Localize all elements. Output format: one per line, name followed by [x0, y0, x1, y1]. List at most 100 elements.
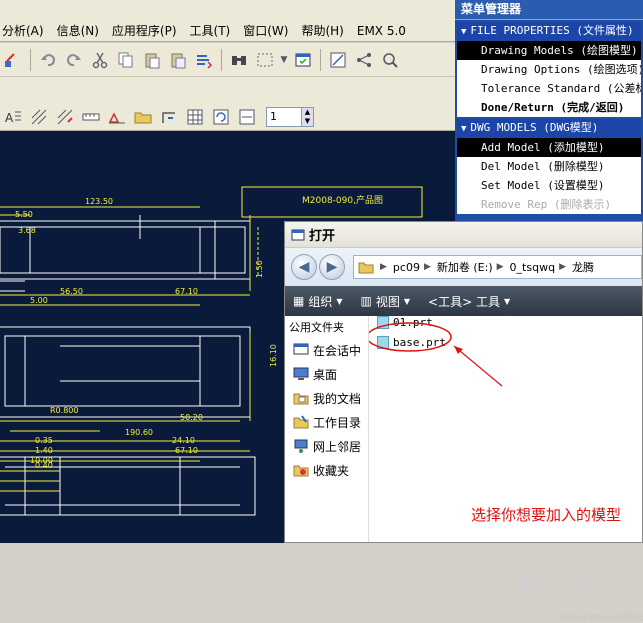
- toolbar-separator: [221, 48, 222, 71]
- left-pane-my-documents[interactable]: 我的文档: [285, 386, 368, 410]
- left-pane-favorites[interactable]: 收藏夹: [285, 458, 368, 482]
- folder-icon: [358, 262, 374, 273]
- paste-special-icon[interactable]: [166, 48, 190, 72]
- menu-analysis[interactable]: 分析(A): [2, 22, 44, 39]
- menu-applications[interactable]: 应用程序(P): [112, 22, 177, 39]
- surface-finish-icon[interactable]: [105, 105, 129, 129]
- sheet-number-value: 1: [270, 110, 277, 123]
- back-button[interactable]: ◀: [291, 254, 317, 280]
- chevron-down-icon: ▼: [503, 296, 511, 306]
- dim-label: 123.50: [85, 197, 113, 206]
- select-box-icon[interactable]: [253, 48, 277, 72]
- breadcrumb-segment[interactable]: 龙腾: [572, 259, 594, 275]
- tools-button[interactable]: <工具> 工具 ▼: [428, 293, 510, 310]
- redo-icon[interactable]: [62, 48, 86, 72]
- network-icon[interactable]: [352, 48, 376, 72]
- arrow-left-icon: ◀: [298, 259, 310, 275]
- find-icon[interactable]: [227, 48, 251, 72]
- update-table-icon[interactable]: [209, 105, 233, 129]
- toolbar-separator: [320, 48, 321, 71]
- menu-emx[interactable]: EMX 5.0: [357, 24, 406, 38]
- toolbar-detail: A 1 ▲ ▼: [0, 103, 455, 131]
- dim-label: 67.10: [175, 287, 198, 296]
- datum-icon[interactable]: [157, 105, 181, 129]
- section-dwg-models[interactable]: ▼ DWG MODELS (DWG模型): [457, 119, 641, 138]
- menu-tools[interactable]: 工具(T): [190, 22, 231, 39]
- menu-item-set-model[interactable]: Set Model (设置模型): [457, 176, 641, 195]
- window-icon[interactable]: [291, 48, 315, 72]
- chevron-right-icon: ▶: [380, 262, 387, 272]
- folder-icon[interactable]: [131, 105, 155, 129]
- chevron-down-icon[interactable]: ▼: [279, 48, 289, 72]
- toolbar-secondary: [0, 77, 455, 103]
- dialog-title-bar[interactable]: 打开: [285, 222, 642, 248]
- chevron-down-icon: ▼: [403, 296, 411, 306]
- sheet-number-spinner[interactable]: 1 ▲ ▼: [266, 106, 314, 127]
- open-dialog: 打开 ◀ ▶ ▶ pc09 ▶ 新加卷 (E:) ▶ 0_tsqwq ▶ 龙腾 …: [284, 221, 643, 623]
- command-bar: ▦ 组织 ▼ ▥ 视图 ▼ <工具> 工具 ▼: [285, 286, 642, 316]
- breadcrumb-segment[interactable]: 新加卷 (E:): [437, 259, 493, 275]
- menu-help[interactable]: 帮助(H): [301, 22, 343, 39]
- menu-item-tolerance-standard[interactable]: Tolerance Standard (公差标准): [457, 79, 641, 98]
- file-list: 01.prt base.prt 选择你想要加入的模型 野火论坛 www.proe…: [369, 316, 643, 623]
- dim-label: R0.800: [50, 406, 78, 415]
- dim-label: 5.00: [30, 296, 48, 305]
- left-pane-network[interactable]: 网上邻居: [285, 434, 368, 458]
- repeat-icon[interactable]: [235, 105, 259, 129]
- menu-info[interactable]: 信息(N): [57, 22, 99, 39]
- hatch-icon[interactable]: [27, 105, 51, 129]
- drawing-title-label: M2008-090,产品图: [302, 194, 383, 206]
- common-folders-pane: 公用文件夹 在会话中 桌面 我的文档 工作目录 网上邻居 收藏夹: [285, 316, 369, 542]
- section-file-properties[interactable]: ▼ FILE PROPERTIES (文件属性): [457, 22, 641, 41]
- session-icon: [293, 343, 309, 355]
- working-directory-icon: [293, 415, 309, 429]
- table-icon[interactable]: [183, 105, 207, 129]
- left-pane-desktop[interactable]: 桌面: [285, 362, 368, 386]
- menu-item-del-model[interactable]: Del Model (删除模型): [457, 157, 641, 176]
- menu-item-done-return[interactable]: Done/Return (完成/返回): [457, 98, 641, 117]
- view-icon: ▥: [360, 294, 372, 308]
- dim-label: 1.50: [255, 260, 264, 278]
- spinner-arrows-icon[interactable]: ▲ ▼: [301, 107, 313, 126]
- view-button[interactable]: ▥ 视图 ▼: [361, 293, 411, 310]
- copy-icon[interactable]: [114, 48, 138, 72]
- measure-icon[interactable]: [79, 105, 103, 129]
- menu-bar: 分析(A) 信息(N) 应用程序(P) 工具(T) 窗口(W) 帮助(H) EM…: [0, 20, 455, 42]
- cut-icon[interactable]: [88, 48, 112, 72]
- hatch-edit-icon[interactable]: [53, 105, 77, 129]
- sketch-icon[interactable]: [326, 48, 350, 72]
- paint-icon[interactable]: [1, 48, 25, 72]
- left-pane-in-session[interactable]: 在会话中: [285, 338, 368, 362]
- address-bar[interactable]: ▶ pc09 ▶ 新加卷 (E:) ▶ 0_tsqwq ▶ 龙腾: [353, 255, 642, 279]
- navigation-bar: ◀ ▶ ▶ pc09 ▶ 新加卷 (E:) ▶ 0_tsqwq ▶ 龙腾: [285, 248, 642, 286]
- chevron-right-icon: ▶: [559, 262, 566, 272]
- toolbar-main: ▼: [0, 43, 455, 77]
- organize-button[interactable]: ▦ 组织 ▼: [293, 293, 343, 310]
- triangle-down-icon: ▼: [461, 27, 467, 37]
- breadcrumb-segment[interactable]: pc09: [393, 261, 420, 274]
- menu-item-add-model[interactable]: Add Model (添加模型): [457, 138, 641, 157]
- title-strip: [0, 0, 455, 20]
- triangle-down-icon: ▼: [461, 124, 467, 134]
- dim-label: 50.20: [180, 413, 203, 422]
- menu-item-drawing-options[interactable]: Drawing Options (绘图选项): [457, 60, 641, 79]
- dialog-title: 打开: [309, 229, 336, 244]
- paste-icon[interactable]: [140, 48, 164, 72]
- zoom-icon[interactable]: [378, 48, 402, 72]
- forward-button[interactable]: ▶: [319, 254, 345, 280]
- text-style-icon[interactable]: A: [1, 105, 25, 129]
- breadcrumb-segment[interactable]: 0_tsqwq: [510, 261, 556, 274]
- regenerate-icon[interactable]: [192, 48, 216, 72]
- svg-text:A: A: [5, 111, 14, 125]
- network-icon: [294, 439, 308, 453]
- undo-icon[interactable]: [36, 48, 60, 72]
- left-pane-working-directory[interactable]: 工作目录: [285, 410, 368, 434]
- watermark-url: www.proewildfire.cn: [557, 612, 643, 623]
- dim-label: 1.40: [35, 446, 53, 455]
- common-folders-header: 公用文件夹: [289, 321, 344, 334]
- menu-window[interactable]: 窗口(W): [243, 22, 288, 39]
- dim-label: 5.50: [15, 210, 33, 219]
- organize-icon: ▦: [293, 294, 305, 308]
- chevron-right-icon: ▶: [423, 262, 431, 272]
- menu-item-drawing-models[interactable]: Drawing Models (绘图模型): [457, 41, 641, 60]
